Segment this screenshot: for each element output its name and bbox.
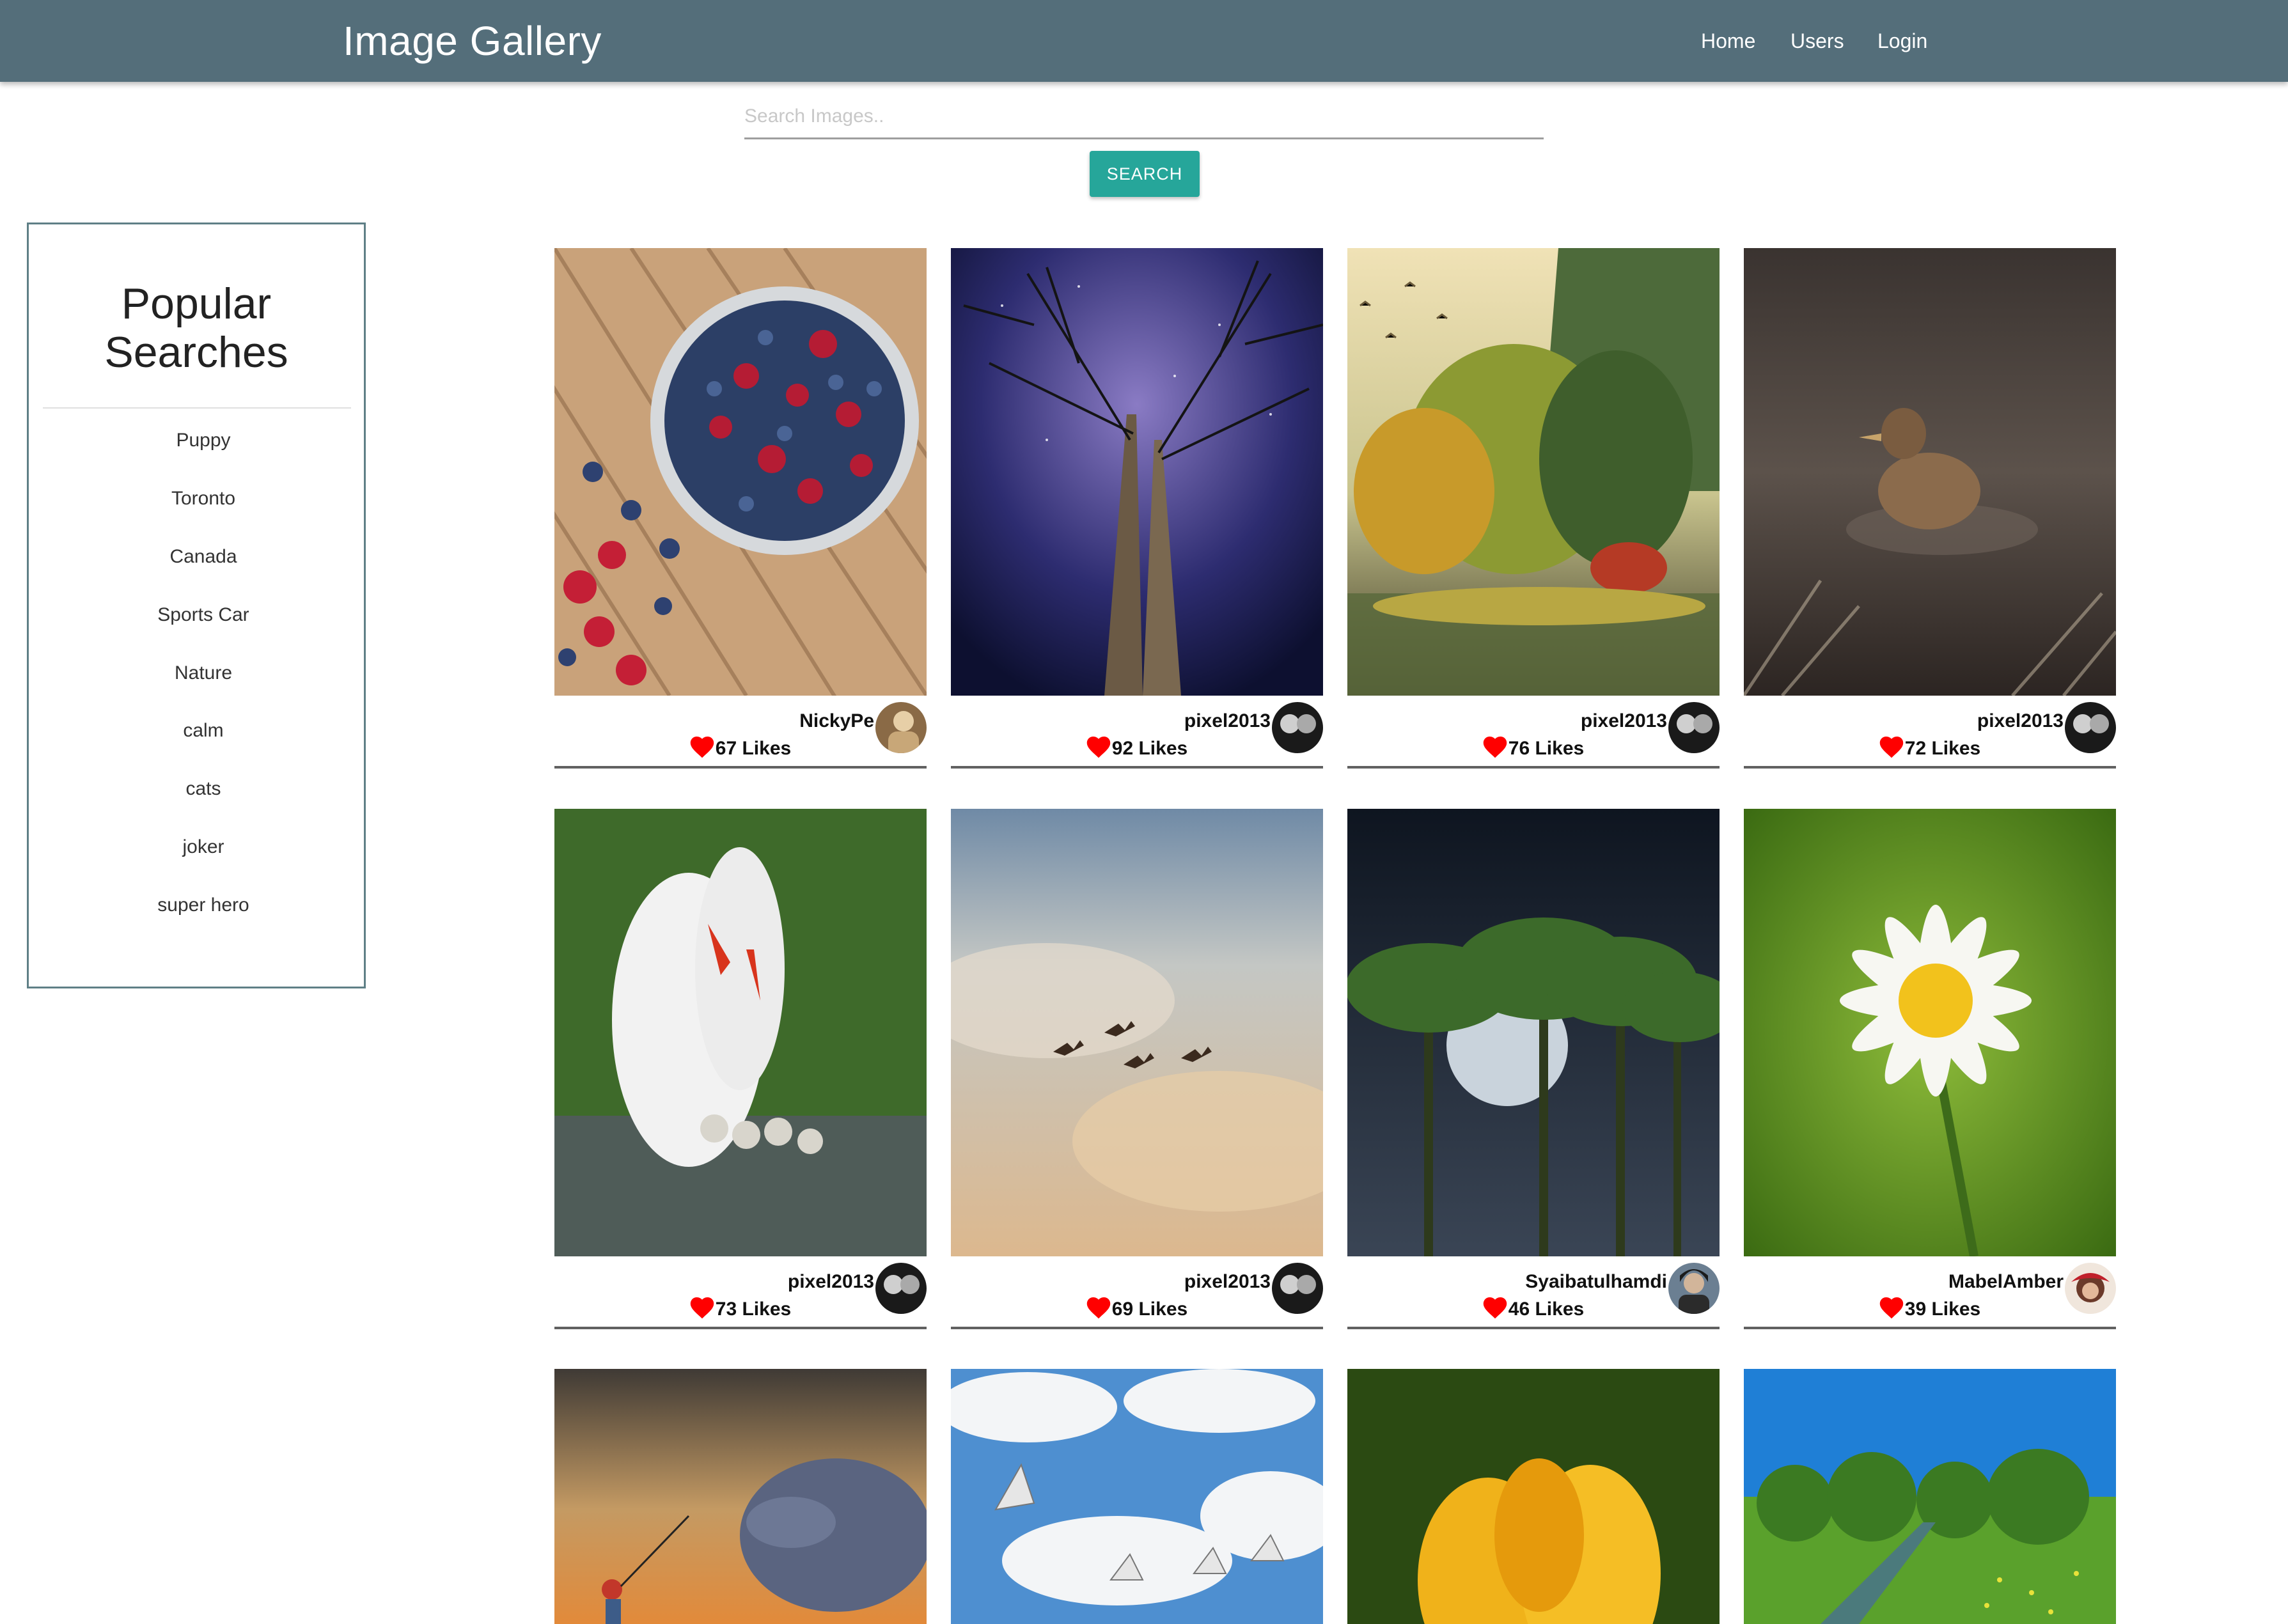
- duck-photo[interactable]: [1744, 248, 2116, 696]
- image-card-footer: NickyPe 67 Likes: [554, 696, 927, 769]
- dolphin-fishing-photo[interactable]: [554, 1369, 927, 1624]
- image-card-footer: pixel2013 69 Likes: [951, 1256, 1323, 1329]
- seagulls-sky-photo[interactable]: [951, 1369, 1323, 1624]
- popular-searches-title: Popular Searches: [29, 279, 364, 377]
- uploader-username[interactable]: pixel2013: [1977, 710, 2064, 733]
- likes-count: 39 Likes: [1744, 1297, 2116, 1321]
- nav-users-link[interactable]: Users: [1790, 28, 1844, 54]
- popular-search-item[interactable]: calm: [15, 718, 392, 744]
- heart-icon[interactable]: [690, 1297, 714, 1319]
- sidebar-divider: [43, 407, 351, 409]
- likes-label: 73 Likes: [715, 1299, 792, 1320]
- brand-title[interactable]: Image Gallery: [343, 15, 602, 66]
- likes-count: 46 Likes: [1347, 1297, 1720, 1321]
- uploader-username[interactable]: MabelAmber: [1948, 1270, 2064, 1293]
- popular-search-item[interactable]: Sports Car: [15, 602, 392, 628]
- birds-clouds-photo[interactable]: [951, 809, 1323, 1256]
- uploader-username[interactable]: pixel2013: [1184, 1270, 1271, 1293]
- top-navbar: Image Gallery Home Users Login: [0, 0, 2288, 82]
- likes-count: 67 Likes: [554, 737, 927, 760]
- image-card-footer: pixel2013 72 Likes: [1744, 696, 2116, 769]
- popular-search-item[interactable]: Puppy: [15, 428, 392, 453]
- image-card-footer: MabelAmber 39 Likes: [1744, 1256, 2116, 1329]
- popular-search-item[interactable]: Canada: [15, 544, 392, 570]
- search-button[interactable]: SEARCH: [1090, 151, 1200, 197]
- likes-label: 92 Likes: [1111, 738, 1188, 759]
- search-input[interactable]: [744, 95, 1544, 139]
- likes-label: 39 Likes: [1904, 1299, 1981, 1320]
- night-sky-trees-photo[interactable]: [951, 248, 1323, 696]
- popular-search-item[interactable]: Toronto: [15, 486, 392, 511]
- daisy-photo[interactable]: [1744, 809, 2116, 1256]
- uploader-username[interactable]: NickyPe: [799, 710, 874, 733]
- image-card-footer: Syaibatulhamdi 46 Likes: [1347, 1256, 1720, 1329]
- popular-search-item[interactable]: joker: [15, 834, 392, 860]
- likes-label: 76 Likes: [1508, 738, 1585, 759]
- heart-icon[interactable]: [1086, 737, 1111, 758]
- popular-searches-heading: Popular Searches: [104, 279, 288, 377]
- image-card-footer: pixel2013 76 Likes: [1347, 696, 1720, 769]
- likes-label: 67 Likes: [715, 738, 792, 759]
- uploader-username[interactable]: Syaibatulhamdi: [1525, 1270, 1667, 1293]
- popular-search-item[interactable]: cats: [15, 776, 392, 802]
- heart-icon[interactable]: [1086, 1297, 1111, 1319]
- image-card-footer: pixel2013 73 Likes: [554, 1256, 927, 1329]
- heart-icon[interactable]: [1483, 1297, 1507, 1319]
- image-card-footer: pixel2013 92 Likes: [951, 696, 1323, 769]
- nav-login-link[interactable]: Login: [1877, 28, 1927, 54]
- nav-home-link[interactable]: Home: [1701, 28, 1755, 54]
- heart-icon[interactable]: [1879, 1297, 1904, 1319]
- palms-moon-photo[interactable]: [1347, 809, 1720, 1256]
- likes-count: 72 Likes: [1744, 737, 2116, 760]
- heart-icon[interactable]: [690, 737, 714, 758]
- uploader-username[interactable]: pixel2013: [1184, 710, 1271, 733]
- berries-bowl-photo[interactable]: [554, 248, 927, 696]
- likes-count: 69 Likes: [951, 1297, 1323, 1321]
- heart-icon[interactable]: [1879, 737, 1904, 758]
- heart-icon[interactable]: [1483, 737, 1507, 758]
- likes-count: 76 Likes: [1347, 737, 1720, 760]
- autumn-lake-photo[interactable]: [1347, 248, 1720, 696]
- likes-count: 92 Likes: [951, 737, 1323, 760]
- likes-count: 73 Likes: [554, 1297, 927, 1321]
- popular-search-item[interactable]: super hero: [15, 893, 392, 918]
- uploader-username[interactable]: pixel2013: [788, 1270, 874, 1293]
- yellow-tulip-photo[interactable]: [1347, 1369, 1720, 1624]
- popular-search-item[interactable]: Nature: [15, 660, 392, 686]
- popular-searches-panel: Popular Searches Puppy Toronto Canada Sp…: [27, 223, 366, 988]
- likes-label: 46 Likes: [1508, 1299, 1585, 1320]
- swans-photo[interactable]: [554, 809, 927, 1256]
- likes-label: 69 Likes: [1111, 1299, 1188, 1320]
- likes-label: 72 Likes: [1904, 738, 1981, 759]
- green-meadow-photo[interactable]: [1744, 1369, 2116, 1624]
- uploader-username[interactable]: pixel2013: [1581, 710, 1667, 733]
